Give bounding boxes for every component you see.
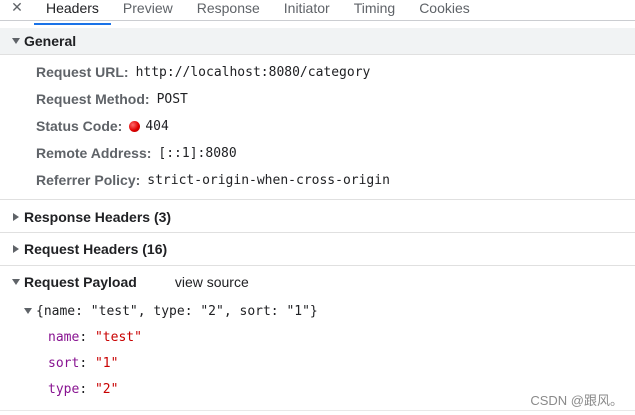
payload-summary-text: {name: "test", type: "2", sort: "1"} [36,303,318,319]
request-headers-section-header[interactable]: Request Headers (16) [0,238,167,260]
status-code-row: Status Code: 404 [36,116,169,136]
payload-property-value: "test" [94,329,142,345]
section-divider [0,265,635,266]
request-method-value: POST [156,91,188,107]
payload-property: name: "test" [48,327,142,347]
expand-triangle-right-icon [13,213,19,221]
view-source-link[interactable]: view source [175,274,249,290]
request-url-label: Request URL: [36,64,129,80]
status-code-value: 404 [145,118,169,134]
request-url-value: http://localhost:8080/category [135,64,371,80]
payload-property: type: "2" [48,379,118,399]
payload-property-value: "2" [94,381,119,397]
payload-property-separator: : [79,381,95,397]
request-url-row: Request URL: http://localhost:8080/categ… [36,62,370,82]
tab-cookies[interactable]: Cookies [407,0,482,20]
tab-headers[interactable]: Headers [34,0,111,25]
remote-address-row: Remote Address: [::1]:8080 [36,143,237,163]
tab-bar: ✕ Headers Preview Response Initiator Tim… [0,0,635,25]
request-method-label: Request Method: [36,91,150,107]
referrer-policy-value: strict-origin-when-cross-origin [147,172,390,188]
close-icon[interactable]: ✕ [0,0,34,20]
payload-property-key: name [48,329,80,345]
bottom-divider [0,410,635,411]
tab-initiator[interactable]: Initiator [272,0,342,20]
csdn-watermark: CSDN @跟风。 [530,393,623,408]
payload-property: sort: "1" [48,353,118,373]
expand-triangle-down-icon [24,308,32,314]
devtools-network-headers-panel: ✕ Headers Preview Response Initiator Tim… [0,0,635,415]
payload-property-value: "1" [94,355,119,371]
tab-timing[interactable]: Timing [342,0,408,20]
status-code-label: Status Code: [36,118,123,134]
general-section-title: General [24,33,77,49]
general-section-header[interactable]: General [0,28,635,55]
payload-property-separator: : [79,329,95,345]
payload-object-summary[interactable]: {name: "test", type: "2", sort: "1"} [24,301,318,321]
referrer-policy-label: Referrer Policy: [36,172,141,188]
expand-triangle-down-icon [12,279,20,285]
tab-preview[interactable]: Preview [111,0,185,20]
tab-response[interactable]: Response [185,0,272,20]
response-headers-title: Response Headers (3) [24,209,172,225]
section-divider [0,199,635,200]
remote-address-value: [::1]:8080 [158,145,237,161]
request-headers-title: Request Headers (16) [24,241,168,257]
request-payload-section-header[interactable]: Request Payload view source [0,271,249,293]
expand-triangle-down-icon [12,38,20,44]
payload-property-key: type [48,381,80,397]
request-method-row: Request Method: POST [36,89,188,109]
expand-triangle-right-icon [13,245,19,253]
payload-property-separator: : [79,355,95,371]
request-payload-title: Request Payload [24,274,137,290]
section-divider [0,232,635,233]
referrer-policy-row: Referrer Policy: strict-origin-when-cros… [36,170,390,190]
response-headers-section-header[interactable]: Response Headers (3) [0,206,171,228]
remote-address-label: Remote Address: [36,145,152,161]
status-error-dot-icon [129,120,141,132]
payload-property-key: sort [48,355,80,371]
